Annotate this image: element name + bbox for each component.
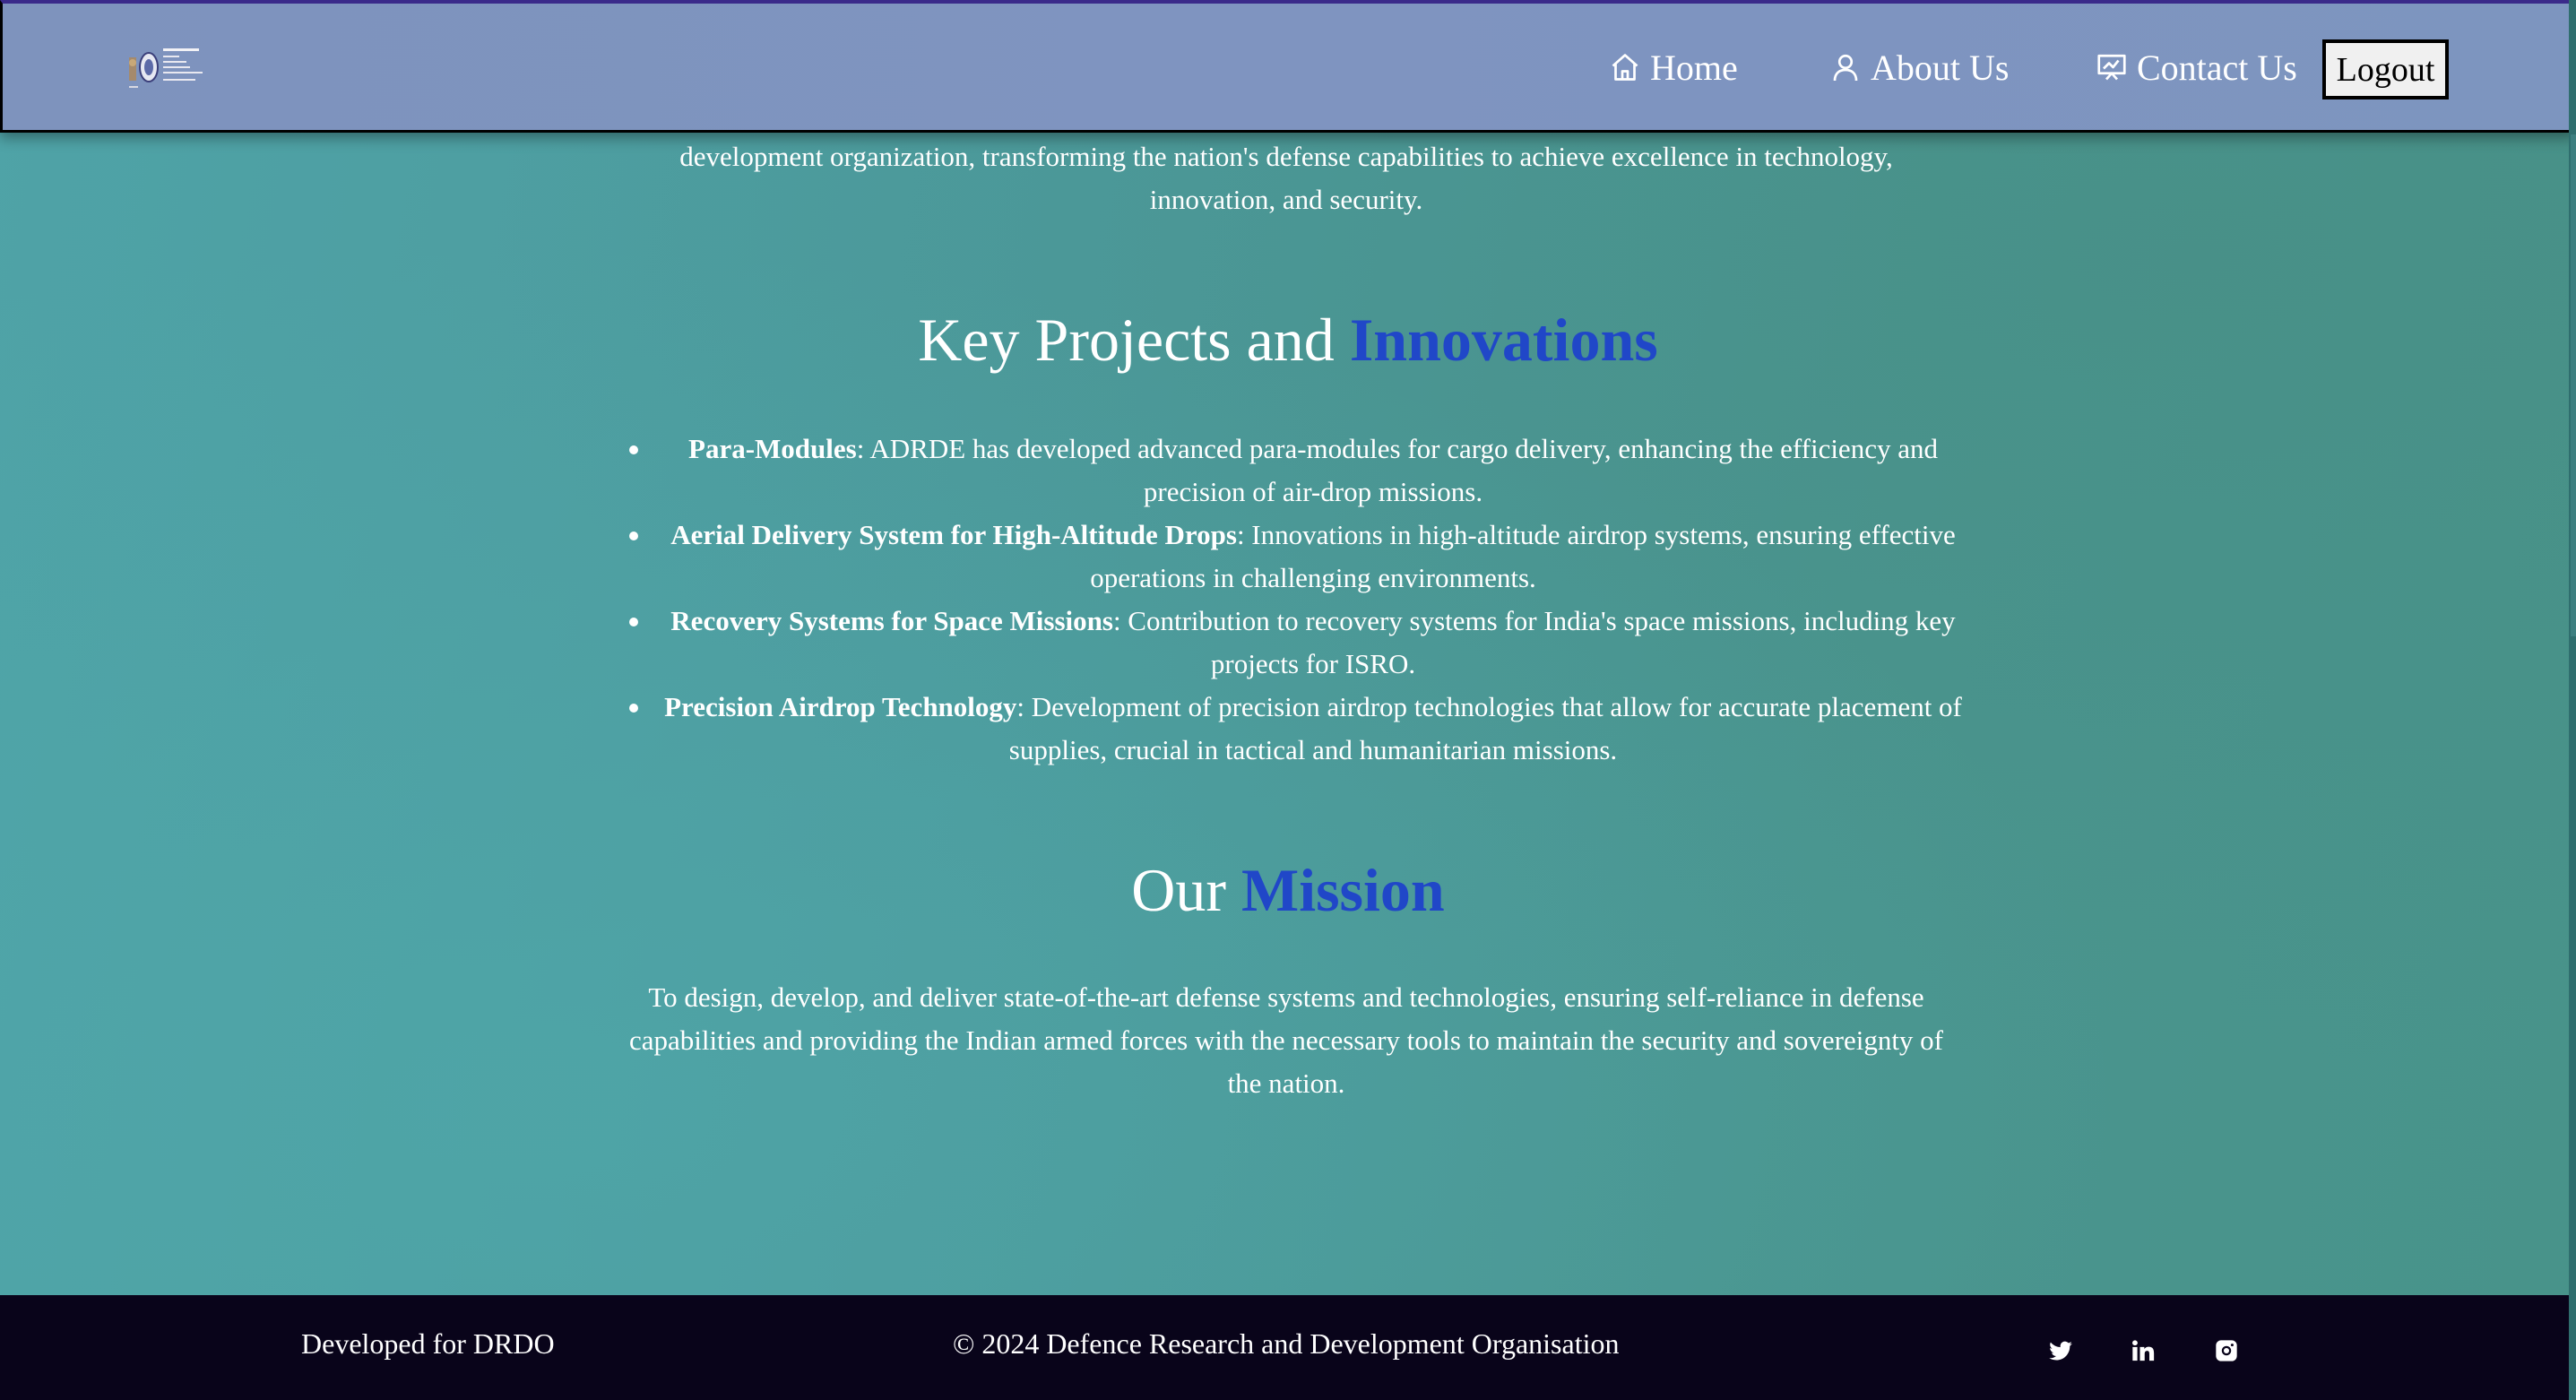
list-item: Para-Modules: ADRDE has developed advanc… [618, 428, 1972, 514]
intro-line-1: development organization, transforming t… [679, 141, 1893, 172]
nav-about[interactable]: About Us [1829, 45, 2009, 90]
project-description: : Development of precision airdrop techn… [1008, 691, 1962, 765]
project-description: : ADRDE has developed advanced para-modu… [856, 433, 1938, 507]
list-item: Recovery Systems for Space Missions: Con… [618, 600, 1972, 686]
nav-home-label[interactable]: Home [1650, 47, 1738, 89]
logout-button[interactable]: Logout [2322, 39, 2449, 99]
intro-line-2: innovation, and security. [1149, 184, 1423, 215]
scrollbar-thumb[interactable] [2571, 134, 2576, 636]
user-icon [1833, 54, 1858, 82]
project-description: : Contribution to recovery systems for I… [1112, 605, 1956, 679]
nav-contact[interactable]: Contact Us [2096, 45, 2297, 90]
list-item: Aerial Delivery System for High-Altitude… [618, 514, 1972, 600]
drdo-logo[interactable] [125, 43, 215, 93]
footer-copyright: © 2024 Defence Research and Development … [953, 1327, 1620, 1360]
home-icon [1612, 54, 1638, 81]
nav-contact-label[interactable]: Contact Us [2137, 47, 2297, 89]
projects-heading: Key Projects and Innovations [0, 304, 2576, 376]
linkedin-icon[interactable] [2131, 1338, 2156, 1363]
mission-paragraph: To design, develop, and deliver state-of… [628, 981, 1944, 1099]
nav-about-label[interactable]: About Us [1871, 47, 2009, 89]
top-navbar: Home About Us Contact Us Logout [0, 0, 2576, 133]
mission-heading-plain: Our [1131, 856, 1242, 924]
project-name: Recovery Systems for Space Missions [670, 605, 1113, 636]
mission-heading-accent: Mission [1241, 856, 1445, 924]
footer: Developed for DRDO © 2024 Defence Resear… [0, 1295, 2576, 1400]
project-name: Aerial Delivery System for High-Altitude… [670, 519, 1237, 550]
instagram-icon[interactable] [2214, 1338, 2239, 1363]
list-item: Precision Airdrop Technology: Developmen… [618, 686, 1972, 772]
footer-developed-by: Developed for DRDO [301, 1327, 555, 1360]
projects-heading-plain: Key Projects and [918, 306, 1350, 374]
nav-home[interactable]: Home [1609, 45, 1738, 90]
presentation-icon [2097, 54, 2126, 81]
projects-list: Para-Modules: ADRDE has developed advanc… [618, 428, 1972, 772]
mission-heading: Our Mission [0, 854, 2576, 926]
project-name: Para-Modules [688, 433, 857, 464]
projects-heading-accent: Innovations [1349, 306, 1658, 374]
project-name: Precision Airdrop Technology [664, 691, 1017, 722]
intro-paragraph: development organization, transforming t… [609, 135, 1963, 221]
twitter-icon[interactable] [2048, 1338, 2073, 1363]
